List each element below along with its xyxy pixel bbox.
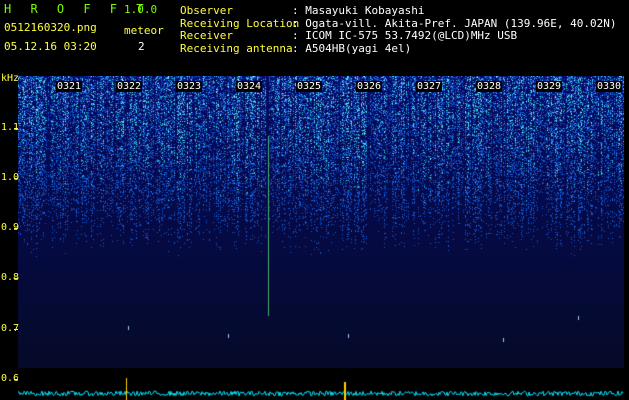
receiver-label: Receiver — [180, 29, 233, 42]
signal-trace — [18, 368, 624, 400]
time-column-label: 0330 — [596, 81, 623, 92]
app-version: 1.0.0 — [124, 3, 158, 16]
time-column-label: 0321 — [56, 81, 83, 92]
spectrogram — [18, 76, 624, 368]
file-datetime: 05.12.16 03:20 — [4, 40, 97, 53]
time-column-label: 0329 — [536, 81, 563, 92]
y-tick-mark — [14, 128, 18, 129]
antenna-value: A504HB(yagi 4el) — [305, 41, 412, 55]
meteor-label: meteor — [124, 24, 164, 37]
time-column-label: 0328 — [476, 81, 503, 92]
time-column-label: 0323 — [176, 81, 203, 92]
y-tick-mark — [14, 278, 18, 279]
time-column-label: 0327 — [416, 81, 443, 92]
receiver-value: ICOM IC-575 53.7492(@LCD)MHz USB — [305, 29, 518, 42]
y-axis-unit: kHz — [1, 73, 20, 84]
antenna-label: Receiving antenna — [180, 41, 293, 55]
y-tick-mark — [14, 178, 18, 179]
time-column-label: 0322 — [116, 81, 143, 92]
time-column-label: 0324 — [236, 81, 263, 92]
time-column-label: 0326 — [356, 81, 383, 92]
info-row-antenna: Receiving antenna: A504HB(yagi 4el) — [180, 41, 412, 55]
file-name: 0512160320.png — [4, 21, 97, 34]
meteor-count: 2 — [138, 40, 145, 53]
y-tick-mark — [14, 228, 18, 229]
observer-label: Observer — [180, 4, 233, 17]
location-value: Ogata-vill. Akita-Pref. JAPAN (139.96E, … — [305, 16, 617, 30]
y-tick-mark — [14, 329, 18, 330]
time-column-label: 0325 — [296, 81, 323, 92]
station-info: Observer: Masayuki Kobayashi Receiving L… — [180, 4, 617, 55]
observer-value: Masayuki Kobayashi — [305, 4, 425, 17]
